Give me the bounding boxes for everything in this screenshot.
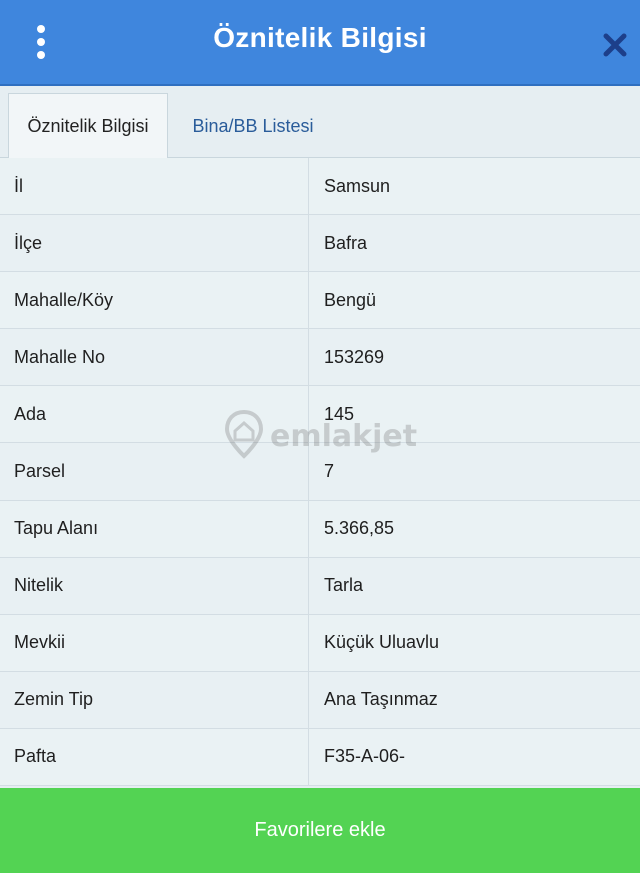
row-value: 7 xyxy=(324,461,335,482)
column-divider xyxy=(308,215,309,272)
table-row: Zemin Tip Ana Taşınmaz xyxy=(0,671,640,729)
column-divider xyxy=(308,557,309,614)
column-divider xyxy=(308,272,309,329)
close-icon[interactable] xyxy=(598,28,632,62)
row-value: F35-A-06- xyxy=(324,746,406,767)
row-value: Ana Taşınmaz xyxy=(324,689,438,710)
row-label: Pafta xyxy=(14,746,57,767)
table-row: İlçe Bafra xyxy=(0,215,640,273)
column-divider xyxy=(308,443,309,500)
row-value: Tarla xyxy=(324,575,364,596)
row-value: 5.366,85 xyxy=(324,518,395,539)
row-label: Ada xyxy=(14,403,47,424)
table-row: Parsel 7 xyxy=(0,443,640,501)
tab-bina-bb-listesi[interactable]: Bina/BB Listesi xyxy=(178,93,328,159)
column-divider xyxy=(308,158,309,215)
row-value: 145 xyxy=(324,403,355,424)
row-label: Mevkii xyxy=(14,632,66,653)
column-divider xyxy=(308,614,309,671)
row-label: Zemin Tip xyxy=(14,689,94,710)
row-value: Bafra xyxy=(324,232,368,253)
row-label: İl xyxy=(14,175,23,196)
row-value: Samsun xyxy=(324,175,391,196)
row-label: İlçe xyxy=(14,232,43,253)
column-divider xyxy=(308,671,309,728)
row-label: Mahalle No xyxy=(14,346,106,367)
column-divider xyxy=(308,728,309,786)
page-title: Öznitelik Bilgisi xyxy=(213,22,427,53)
row-label: Nitelik xyxy=(14,575,64,596)
table-row: Ada 145 xyxy=(0,386,640,444)
table-row: Mahalle No 153269 xyxy=(0,329,640,387)
add-to-favorites-button[interactable]: Favorilere ekle xyxy=(0,788,640,873)
row-label: Parsel xyxy=(14,461,66,482)
row-value: Küçük Uluavlu xyxy=(324,632,440,653)
tab-bar: Öznitelik Bilgisi Bina/BB Listesi xyxy=(0,88,640,159)
row-label: Tapu Alanı xyxy=(14,518,99,539)
table-row: Mahalle/Köy Bengü xyxy=(0,272,640,330)
column-divider xyxy=(308,329,309,386)
column-divider xyxy=(308,386,309,443)
row-value: Bengü xyxy=(324,289,377,310)
tab-oznitelik-bilgisi[interactable]: Öznitelik Bilgisi xyxy=(8,93,168,159)
row-value: 153269 xyxy=(324,346,385,367)
table-row: İl Samsun xyxy=(0,158,640,216)
table-row: Pafta F35-A-06- xyxy=(0,728,640,787)
header-bar: Öznitelik Bilgisi xyxy=(0,0,640,86)
table-row: Nitelik Tarla xyxy=(0,557,640,615)
column-divider xyxy=(308,500,309,557)
row-label: Mahalle/Köy xyxy=(14,289,114,310)
attribute-table: İl Samsun İlçe Bafra Mahalle/Köy Bengü M… xyxy=(0,158,640,787)
table-row: Tapu Alanı 5.366,85 xyxy=(0,500,640,558)
table-row: Mevkii Küçük Uluavlu xyxy=(0,614,640,672)
